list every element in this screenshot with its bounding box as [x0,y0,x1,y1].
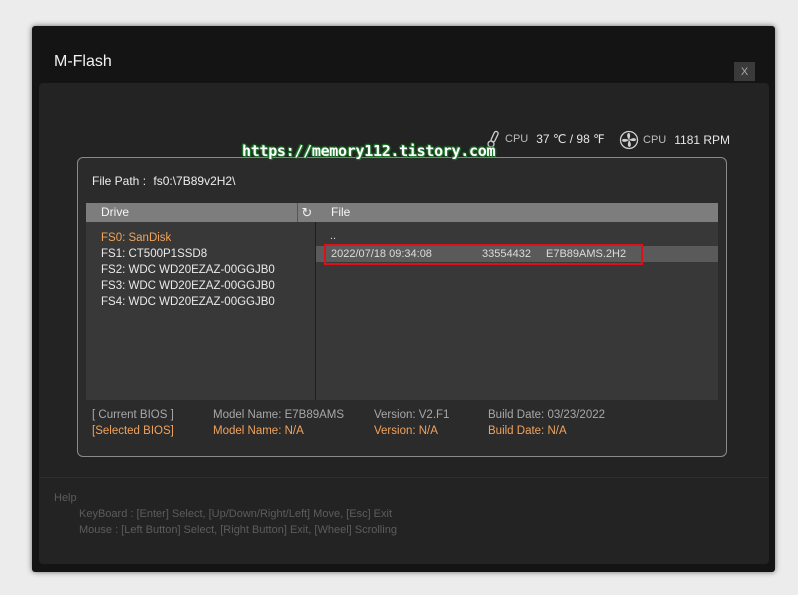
content-area: https://memory112.tistory.com CPU 37 ℃ /… [39,83,769,564]
current-model-name: Model Name: E7B89AMS [213,409,345,421]
file-path: File Path : fs0:\7B89v2H2\ [92,174,235,188]
cpu-fan-label: CPU [643,134,667,146]
help-keyboard: KeyBoard : [Enter] Select, [Up/Down/Righ… [79,508,393,520]
cpu-fan-value: 1181 RPM [674,133,731,147]
selected-build-date: Build Date: N/A [488,425,567,437]
cpu-temperature: CPU 37 ℃ / 98 ℉ [485,130,605,148]
current-build-date: Build Date: 03/23/2022 [488,409,606,421]
file-column-header: File [316,203,718,222]
fan-icon [619,130,639,150]
drive-item-fs1[interactable]: FS1: CT500P1SSD8 [101,248,207,260]
help-mouse: Mouse : [Left Button] Select, [Right But… [79,524,397,536]
current-bios-label: [ Current BIOS ] [92,409,174,421]
selected-version: Version: N/A [374,425,438,437]
window-title: M-Flash [54,53,112,70]
cpu-temp-label: CPU [505,133,529,145]
help-separator [39,477,769,478]
selected-model-name: Model Name: N/A [213,425,304,437]
refresh-icon[interactable]: ↻ [297,203,316,222]
watermark-text: https://memory112.tistory.com [242,142,496,160]
drive-header-label: Drive [101,205,130,219]
help-title: Help [54,492,77,504]
flash-panel: File Path : fs0:\7B89v2H2\ Drive ↻ File … [77,157,727,457]
drive-item-fs2[interactable]: FS2: WDC WD20EZAZ-00GGJB0 [101,264,275,276]
drive-column-header: Drive [86,203,303,222]
file-header-label: File [331,205,351,219]
cpu-fan-speed: CPU 1181 RPM [619,130,730,150]
drive-item-fs3[interactable]: FS3: WDC WD20EZAZ-00GGJB0 [101,280,275,292]
drive-item-fs4[interactable]: FS4: WDC WD20EZAZ-00GGJB0 [101,296,275,308]
drive-item-fs0[interactable]: FS0: SanDisk [101,232,171,244]
close-button[interactable]: X [734,62,755,81]
file-highlight-box [324,244,643,265]
selected-bios-label: [Selected BIOS] [92,425,174,437]
current-version: Version: V2.F1 [374,409,450,421]
parent-directory-item[interactable]: .. [330,230,336,242]
cpu-temp-value: 37 ℃ / 98 ℉ [536,132,605,146]
mflash-window: M-Flash X https://memory112.tistory.com … [32,26,775,572]
drive-list: FS0: SanDisk FS1: CT500P1SSD8 FS2: WDC W… [86,222,315,400]
file-path-value: fs0:\7B89v2H2\ [153,174,236,188]
file-path-label: File Path : [92,174,147,188]
